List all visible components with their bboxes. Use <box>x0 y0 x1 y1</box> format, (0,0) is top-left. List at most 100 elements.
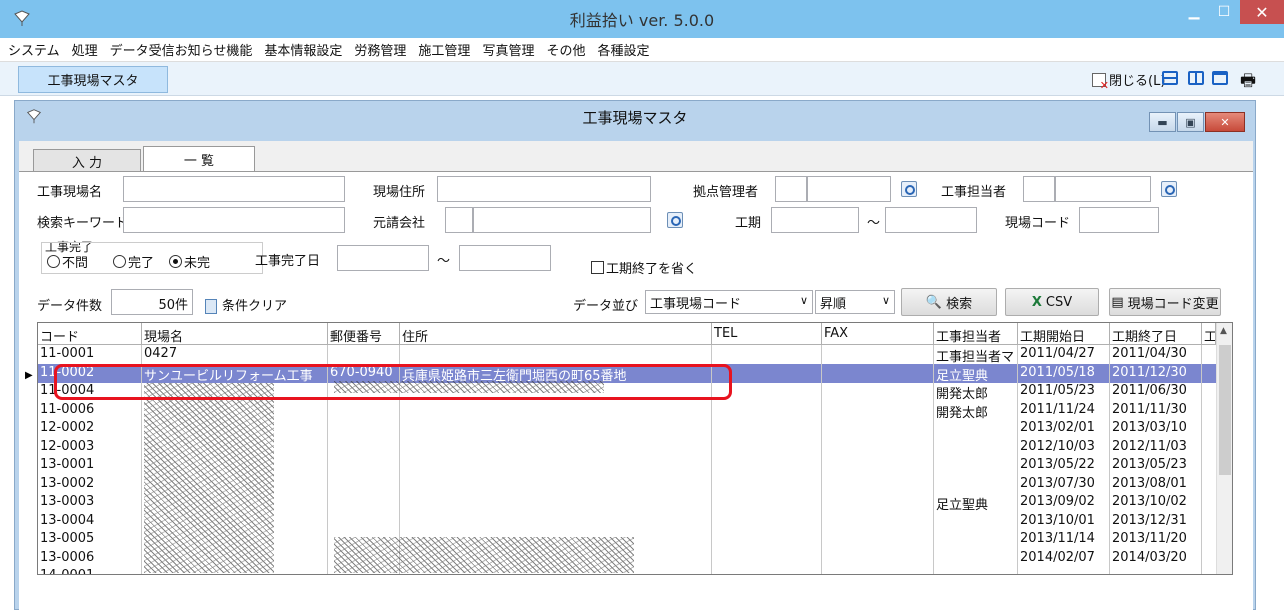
menu-system[interactable]: システム <box>8 40 60 59</box>
close-window-button[interactable]: ✕ <box>1240 0 1284 24</box>
table-cell: 11-0001 <box>38 345 142 364</box>
contractor-name-input[interactable] <box>473 207 651 233</box>
cascade-icon[interactable] <box>1212 71 1228 85</box>
contractor-code-input[interactable] <box>445 207 473 233</box>
menu-data-receive[interactable]: データ受信お知らせ機能 <box>110 40 253 59</box>
construction-manager-label: 工事担当者 <box>941 185 1007 200</box>
table-cell <box>712 456 822 475</box>
column-header[interactable]: TEL <box>712 323 822 344</box>
table-cell: 13-0004 <box>38 511 142 531</box>
current-row-marker-icon: ▶ <box>25 370 33 381</box>
menu-basic-settings[interactable]: 基本情報設定 <box>264 40 342 59</box>
radio-done[interactable]: 完了 <box>113 252 154 271</box>
table-row[interactable]: 11-0001 0427 工事担当者マ 2011/04/27 2011/04/30 <box>38 345 1216 364</box>
menu-settings[interactable]: 各種設定 <box>597 40 649 59</box>
table-cell: 2014/02/07 <box>1018 548 1110 568</box>
window-logo-icon <box>26 109 42 124</box>
table-cell <box>1110 567 1202 574</box>
inner-close-button[interactable]: ✕ <box>1205 112 1245 132</box>
table-cell: 2013/10/01 <box>1018 511 1110 531</box>
sort-field-select[interactable]: 工事現場コード ∨ <box>645 290 813 314</box>
menu-labor[interactable]: 労務管理 <box>354 40 406 59</box>
scroll-thumb[interactable] <box>1219 345 1231 475</box>
column-header[interactable]: 現場名 <box>142 323 328 344</box>
contractor-search-icon[interactable] <box>667 212 683 228</box>
column-header[interactable]: 工事担当者 <box>934 323 1018 344</box>
table-cell: 足立聖典 <box>934 363 1018 383</box>
change-site-code-button[interactable]: ▤ 現場コード変更 <box>1109 288 1221 316</box>
scroll-up-icon[interactable]: ▲ <box>1220 326 1227 336</box>
base-manager-name-input[interactable] <box>807 176 891 202</box>
menu-photo[interactable]: 写真管理 <box>482 40 534 59</box>
checkbox-icon <box>591 261 604 274</box>
completion-date-tilde: ～ <box>437 254 451 269</box>
search-icon: 🔍 <box>925 294 943 310</box>
construction-manager-name-input[interactable] <box>1055 176 1151 202</box>
column-header[interactable]: 住所 <box>400 323 712 344</box>
period-end-input[interactable] <box>885 207 977 233</box>
radio-any[interactable]: 不問 <box>47 252 88 271</box>
doc-tab-site-master[interactable]: 工事現場マスタ <box>18 66 168 93</box>
completion-date-start-input[interactable] <box>337 245 429 271</box>
site-name-input[interactable] <box>123 176 345 202</box>
table-cell: 2011/05/18 <box>1018 363 1110 383</box>
base-manager-search-icon[interactable] <box>901 181 917 197</box>
inner-restore-button[interactable]: ▣ <box>1177 112 1204 132</box>
table-cell <box>822 511 934 531</box>
column-header[interactable]: コード <box>38 323 142 344</box>
printer-icon[interactable]: 🖶 <box>1240 68 1256 97</box>
base-manager-code-input[interactable] <box>775 176 807 202</box>
period-start-input[interactable] <box>771 207 859 233</box>
close-doc-icon <box>1092 72 1109 92</box>
search-keyword-input[interactable] <box>123 207 345 233</box>
inner-minimize-button[interactable]: ▬ <box>1149 112 1176 132</box>
close-doc-button[interactable]: 閉じる(L) <box>1092 70 1165 92</box>
app-titlebar: 利益拾い ver. 5.0.0 ▁ ☐ ✕ <box>0 0 1284 38</box>
menu-other[interactable]: その他 <box>546 40 585 59</box>
menu-construction[interactable]: 施工管理 <box>418 40 470 59</box>
tab-list[interactable]: 一 覧 <box>143 146 255 172</box>
sort-order-select[interactable]: 昇順 ∨ <box>815 290 895 314</box>
table-cell <box>1018 567 1110 574</box>
table-cell <box>822 419 934 438</box>
restore-icon: ▣ <box>1185 115 1196 129</box>
construction-manager-search-icon[interactable] <box>1161 181 1177 197</box>
table-cell: 2013/10/02 <box>1110 493 1202 512</box>
column-header[interactable]: FAX <box>822 323 934 344</box>
minimize-icon: ▁ <box>1188 4 1200 20</box>
completion-date-end-input[interactable] <box>459 245 551 271</box>
site-grid[interactable]: コード 現場名 郵便番号 住所 TEL FAX 工事担当者 工期開始日 工期終了日工 11-00… <box>37 322 1233 575</box>
table-cell: 12-0002 <box>38 419 142 438</box>
tile-vertical-icon[interactable] <box>1188 71 1204 85</box>
period-tilde: ～ <box>867 216 881 231</box>
table-cell <box>822 437 934 457</box>
radio-undone[interactable]: 未完 <box>169 252 210 271</box>
vertical-scrollbar[interactable]: ▲ <box>1216 323 1232 574</box>
table-cell: 14-0001 <box>38 567 142 574</box>
site-code-input[interactable] <box>1079 207 1159 233</box>
table-cell: 2011/04/30 <box>1110 345 1202 364</box>
column-header[interactable]: 工 <box>1202 323 1216 344</box>
table-cell: 工事担当者マ <box>934 345 1018 364</box>
clear-conditions-link[interactable]: 条件クリア <box>205 295 287 314</box>
construction-manager-code-input[interactable] <box>1023 176 1055 202</box>
table-cell <box>328 419 400 438</box>
exclude-period-end-checkbox[interactable]: 工期終了を省く <box>591 258 697 277</box>
search-button[interactable]: 🔍 検索 <box>901 288 997 316</box>
table-cell: 2011/12/30 <box>1110 363 1202 383</box>
menu-process[interactable]: 処理 <box>72 40 98 59</box>
csv-button[interactable]: X CSV <box>1005 288 1099 316</box>
tile-horizontal-icon[interactable] <box>1162 71 1178 85</box>
maximize-button[interactable]: ☐ <box>1210 0 1238 24</box>
column-header[interactable]: 郵便番号 <box>328 323 400 344</box>
column-header[interactable]: 工期終了日 <box>1110 323 1202 344</box>
minimize-button[interactable]: ▁ <box>1180 0 1208 24</box>
column-header[interactable]: 工期開始日 <box>1018 323 1110 344</box>
table-cell: 2012/10/03 <box>1018 437 1110 457</box>
site-address-input[interactable] <box>437 176 651 202</box>
tab-input[interactable]: 入 力 <box>33 149 141 172</box>
table-cell <box>934 567 1018 574</box>
table-cell <box>822 567 934 574</box>
table-cell <box>328 474 400 494</box>
table-cell: 2011/11/30 <box>1110 400 1202 420</box>
